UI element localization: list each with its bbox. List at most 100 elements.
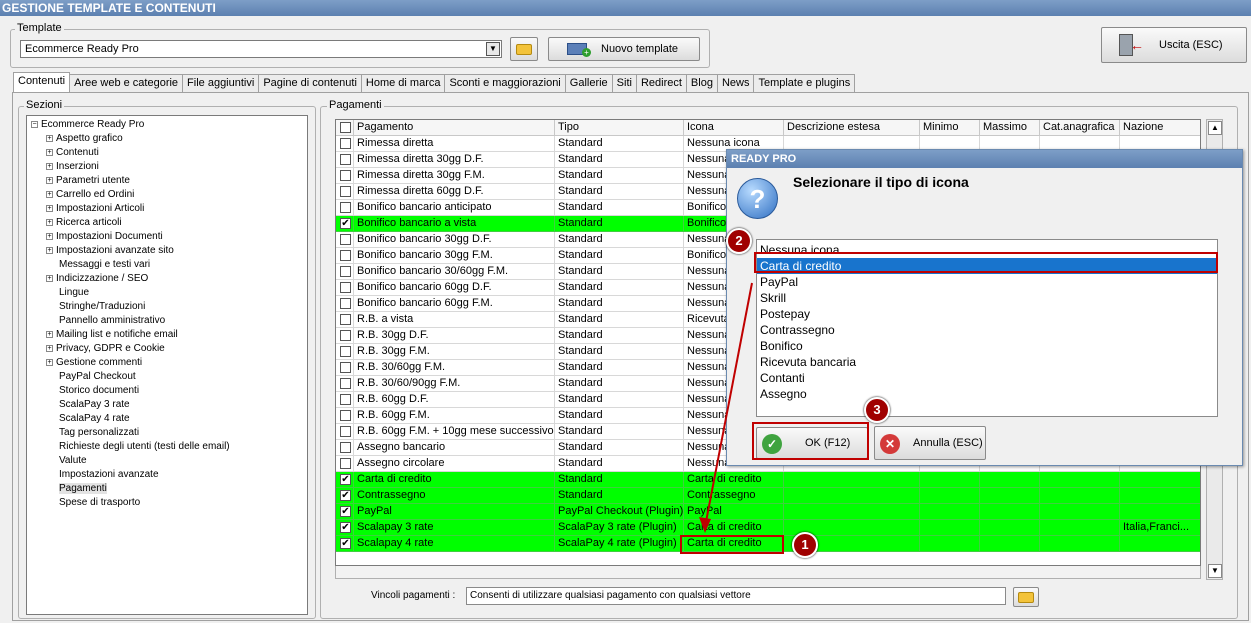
table-cell[interactable] [336,264,354,280]
row-checkbox[interactable] [340,458,351,469]
collapse-icon[interactable]: − [31,120,38,128]
table-cell[interactable]: Carta di credito [354,472,555,488]
row-checkbox[interactable] [340,266,351,277]
tab-sconti[interactable]: Sconti e maggiorazioni [444,74,566,92]
column-header[interactable]: Nazione [1120,120,1200,136]
table-cell[interactable] [1040,536,1120,552]
row-checkbox[interactable] [340,186,351,197]
tree-item[interactable]: + Impostazioni Articoli [46,202,144,216]
tree-item[interactable]: + Gestione commenti [46,356,142,370]
table-cell[interactable]: R.B. 30gg D.F. [354,328,555,344]
column-header[interactable]: Minimo [920,120,980,136]
table-cell[interactable]: R.B. 30gg F.M. [354,344,555,360]
row-checkbox[interactable] [340,362,351,373]
table-cell[interactable]: Bonifico bancario anticipato [354,200,555,216]
tree-item[interactable]: + Contenuti [46,146,99,160]
table-cell[interactable] [336,136,354,152]
table-cell[interactable]: PayPal [354,504,555,520]
table-cell[interactable]: Italia,Franci... [1120,520,1200,536]
cancel-button[interactable]: ✕ Annulla (ESC) [874,426,986,460]
table-cell[interactable]: ScalaPay 3 rate (Plugin) [555,520,684,536]
icon-option[interactable]: PayPal [757,274,1217,290]
icon-option[interactable]: Contrassegno [757,322,1217,338]
table-cell[interactable]: Standard [555,440,684,456]
column-header[interactable]: Icona [684,120,784,136]
row-checkbox[interactable] [340,298,351,309]
table-cell[interactable]: ✔ [336,520,354,536]
table-cell[interactable] [336,296,354,312]
tab-file-aggiuntivi[interactable]: File aggiuntivi [182,74,260,92]
table-cell[interactable] [784,488,920,504]
table-cell[interactable] [920,472,980,488]
table-cell[interactable] [336,440,354,456]
table-cell[interactable] [980,488,1040,504]
row-checkbox[interactable] [340,138,351,149]
table-cell[interactable] [336,280,354,296]
table-cell[interactable] [784,472,920,488]
icon-option[interactable]: Ricevuta bancaria [757,354,1217,370]
table-cell[interactable]: Standard [555,248,684,264]
table-cell[interactable]: R.B. 60gg F.M. [354,408,555,424]
tree-item[interactable]: Valute [46,454,87,468]
table-row[interactable]: ✔ Contrassegno Standard Contrassegno [336,488,1200,504]
tree-item[interactable]: Stringhe/Traduzioni [46,300,145,314]
icon-option[interactable]: Assegno [757,386,1217,402]
row-checkbox[interactable] [340,394,351,405]
table-cell[interactable]: Standard [555,312,684,328]
table-cell[interactable] [336,360,354,376]
table-cell[interactable] [1120,504,1200,520]
table-cell[interactable]: PayPal Checkout (Plugin) [555,504,684,520]
icon-option[interactable]: Bonifico [757,338,1217,354]
tab-pagine-contenuti[interactable]: Pagine di contenuti [258,74,362,92]
tree-item[interactable]: Lingue [46,286,89,300]
row-checkbox[interactable]: ✔ [340,506,351,517]
tree-item[interactable]: + Parametri utente [46,174,130,188]
table-cell[interactable]: Bonifico bancario 60gg F.M. [354,296,555,312]
column-header[interactable]: Cat.anagrafica [1040,120,1120,136]
table-cell[interactable]: Standard [555,232,684,248]
column-header[interactable]: Tipo [555,120,684,136]
table-cell[interactable]: Standard [555,184,684,200]
table-cell[interactable] [336,232,354,248]
table-cell[interactable]: Contrassegno [354,488,555,504]
tree-item[interactable]: + Carrello ed Ordini [46,188,134,202]
table-cell[interactable]: ✔ [336,536,354,552]
expand-icon[interactable]: + [46,246,53,254]
table-cell[interactable]: Standard [555,264,684,280]
row-checkbox[interactable] [340,346,351,357]
table-cell[interactable] [920,536,980,552]
table-cell[interactable] [336,168,354,184]
tree-item[interactable]: Storico documenti [46,384,139,398]
table-cell[interactable]: ✔ [336,472,354,488]
tree-item[interactable]: Impostazioni avanzate [46,468,159,482]
open-template-button[interactable] [510,37,538,61]
tree-item[interactable]: + Indicizzazione / SEO [46,272,148,286]
table-cell[interactable]: R.B. 60gg F.M. + 10gg mese successivo [354,424,555,440]
expand-icon[interactable]: + [46,204,53,212]
table-cell[interactable] [336,248,354,264]
table-cell[interactable] [980,504,1040,520]
table-cell[interactable]: Standard [555,200,684,216]
table-cell[interactable]: Rimessa diretta 30gg F.M. [354,168,555,184]
row-checkbox[interactable] [340,170,351,181]
tree-item[interactable]: + Privacy, GDPR e Cookie [46,342,165,356]
exit-button[interactable]: ← Uscita (ESC) [1101,27,1247,63]
tree-item[interactable]: Tag personalizzati [46,426,139,440]
table-cell[interactable] [1120,472,1200,488]
table-cell[interactable] [336,328,354,344]
table-cell[interactable] [980,520,1040,536]
table-cell[interactable]: Standard [555,296,684,312]
expand-icon[interactable]: + [46,358,53,366]
table-cell[interactable]: Assegno bancario [354,440,555,456]
tree-item[interactable]: + Impostazioni avanzate sito [46,244,174,258]
row-checkbox[interactable] [340,378,351,389]
table-cell[interactable]: Standard [555,360,684,376]
table-cell[interactable] [336,456,354,472]
table-row[interactable]: ✔ Carta di credito Standard Carta di credit… [336,472,1200,488]
table-cell[interactable]: Standard [555,328,684,344]
row-checkbox[interactable] [340,442,351,453]
table-cell[interactable]: Standard [555,376,684,392]
tab-contenuti[interactable]: Contenuti [13,72,71,92]
table-cell[interactable]: Standard [555,152,684,168]
column-header[interactable]: Pagamento [354,120,555,136]
